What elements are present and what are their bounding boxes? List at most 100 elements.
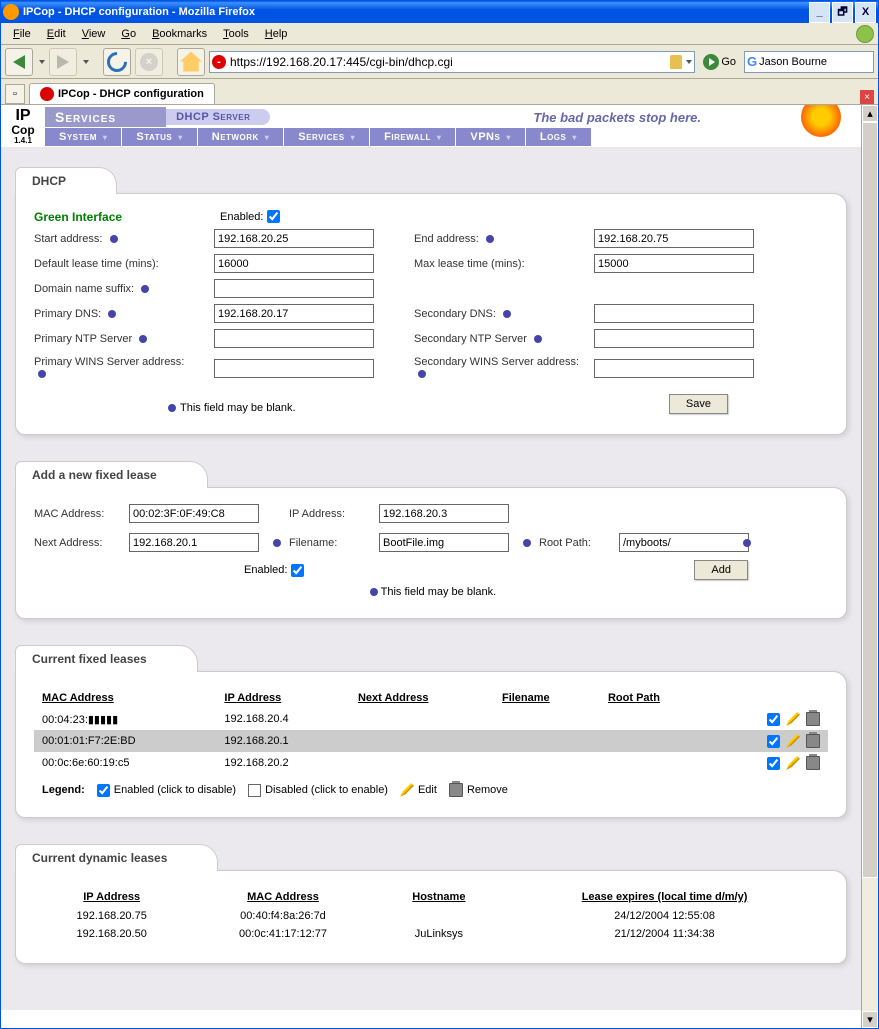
domain-suffix-input[interactable] <box>214 279 374 298</box>
nav-status[interactable]: Status▾ <box>122 128 196 146</box>
reload-button[interactable] <box>103 48 131 76</box>
table-row: 00:04:23:▮▮▮▮▮ 192.168.20.4 <box>34 708 828 730</box>
nav-system[interactable]: System▾ <box>45 128 121 146</box>
next-address-input[interactable] <box>129 533 259 552</box>
nav-logs[interactable]: Logs▾ <box>526 128 591 146</box>
table-row: 00:01:01:F7:2E:BD 192.168.20.1 <box>34 730 828 752</box>
bullet-icon <box>108 310 116 318</box>
col-mac[interactable]: MAC Address <box>34 688 216 708</box>
section-label: Services <box>45 107 166 127</box>
root-path-label: Root Path: <box>539 537 619 549</box>
new-tab-button[interactable]: ▫ <box>5 84 25 104</box>
start-address-input[interactable] <box>214 229 374 248</box>
home-button[interactable] <box>177 48 205 76</box>
edit-icon[interactable] <box>786 756 800 770</box>
close-window-button[interactable]: X <box>855 2 876 23</box>
menubar: File Edit View Go Bookmarks Tools Help <box>1 23 878 45</box>
edit-icon[interactable] <box>786 712 800 726</box>
col-next: Next Address <box>350 688 494 708</box>
scroll-track[interactable] <box>862 122 878 1011</box>
menu-tools[interactable]: Tools <box>215 26 257 42</box>
default-lease-input[interactable] <box>214 254 374 273</box>
trash-icon[interactable] <box>806 756 820 770</box>
mac-label: MAC Address: <box>34 508 129 520</box>
row-enable-checkbox[interactable] <box>767 735 780 748</box>
security-icon <box>212 55 226 69</box>
google-icon: G <box>747 54 757 69</box>
start-address-label: Start address: <box>34 231 214 247</box>
stop-button[interactable]: × <box>135 48 163 76</box>
secondary-dns-input[interactable] <box>594 304 754 323</box>
go-label: Go <box>721 56 736 68</box>
save-button[interactable]: Save <box>669 394 728 414</box>
primary-wins-input[interactable] <box>214 359 374 378</box>
legend-enabled-icon <box>97 784 110 797</box>
ip-label: IP Address: <box>289 508 379 520</box>
url-input[interactable] <box>230 55 668 69</box>
nav-services[interactable]: Services▾ <box>284 128 369 146</box>
minimize-button[interactable]: _ <box>809 2 830 23</box>
tab-dhcp[interactable]: IPCop - DHCP configuration <box>29 83 215 104</box>
url-bar[interactable] <box>209 51 695 73</box>
nav-vpns[interactable]: VPNs▾ <box>456 128 524 146</box>
bullet-icon <box>743 539 751 547</box>
scroll-thumb[interactable] <box>862 122 878 878</box>
secondary-wins-input[interactable] <box>594 359 754 378</box>
primary-wins-label: Primary WINS Server address: <box>34 354 214 382</box>
go-button[interactable]: Go <box>699 54 740 70</box>
restore-button[interactable]: 🗗 <box>832 2 853 23</box>
forward-button[interactable] <box>49 48 77 76</box>
domain-suffix-label: Domain name suffix: <box>34 281 214 297</box>
trash-icon[interactable] <box>806 712 820 726</box>
bullet-icon <box>486 235 494 243</box>
vertical-scrollbar[interactable]: ▴ ▾ <box>861 105 878 1028</box>
max-lease-input[interactable] <box>594 254 754 273</box>
col-expires[interactable]: Lease expires (local time d/m/y) <box>501 887 828 907</box>
secondary-ntp-input[interactable] <box>594 329 754 348</box>
scroll-down-button[interactable]: ▾ <box>862 1011 878 1028</box>
col-host[interactable]: Hostname <box>377 887 501 907</box>
trash-icon[interactable] <box>806 734 820 748</box>
bullet-icon <box>168 404 176 412</box>
close-tab-button[interactable]: × <box>860 90 874 104</box>
bullet-icon <box>503 310 511 318</box>
primary-dns-input[interactable] <box>214 304 374 323</box>
menu-bookmarks[interactable]: Bookmarks <box>144 26 215 42</box>
go-icon <box>703 54 719 70</box>
menu-edit[interactable]: Edit <box>39 26 74 42</box>
url-dropdown[interactable] <box>686 60 692 64</box>
col-root: Root Path <box>600 688 713 708</box>
nav-network[interactable]: Network▾ <box>198 128 284 146</box>
row-enable-checkbox[interactable] <box>767 757 780 770</box>
back-button[interactable] <box>5 48 33 76</box>
search-bar[interactable]: G <box>744 51 874 73</box>
edit-icon[interactable] <box>786 734 800 748</box>
end-address-input[interactable] <box>594 229 754 248</box>
navigation-toolbar: × Go G <box>1 45 878 79</box>
nav-firewall[interactable]: Firewall▾ <box>370 128 455 146</box>
col-ip[interactable]: IP Address <box>34 887 189 907</box>
search-input[interactable] <box>759 56 879 68</box>
back-history-dropdown[interactable] <box>39 60 45 64</box>
filename-input[interactable] <box>379 533 509 552</box>
menu-go[interactable]: Go <box>113 26 144 42</box>
enabled-checkbox[interactable] <box>267 210 280 223</box>
forward-history-dropdown[interactable] <box>83 60 89 64</box>
primary-ntp-input[interactable] <box>214 329 374 348</box>
secondary-wins-label: Secondary WINS Server address: <box>414 354 594 382</box>
lease-enabled-checkbox[interactable] <box>291 564 304 577</box>
menu-help[interactable]: Help <box>257 26 296 42</box>
row-enable-checkbox[interactable] <box>767 713 780 726</box>
col-mac[interactable]: MAC Address <box>189 887 376 907</box>
root-path-input[interactable] <box>619 533 749 552</box>
scroll-up-button[interactable]: ▴ <box>862 105 878 122</box>
bullet-icon <box>110 235 118 243</box>
col-ip[interactable]: IP Address <box>216 688 350 708</box>
menu-view[interactable]: View <box>74 26 114 42</box>
menu-file[interactable]: File <box>5 26 39 42</box>
ip-input[interactable] <box>379 504 509 523</box>
table-row: 192.168.20.75 00:40:f4:8a:26:7d 24/12/20… <box>34 907 828 925</box>
add-button[interactable]: Add <box>694 560 748 580</box>
mac-input[interactable] <box>129 504 259 523</box>
arrow-left-icon <box>13 55 25 69</box>
